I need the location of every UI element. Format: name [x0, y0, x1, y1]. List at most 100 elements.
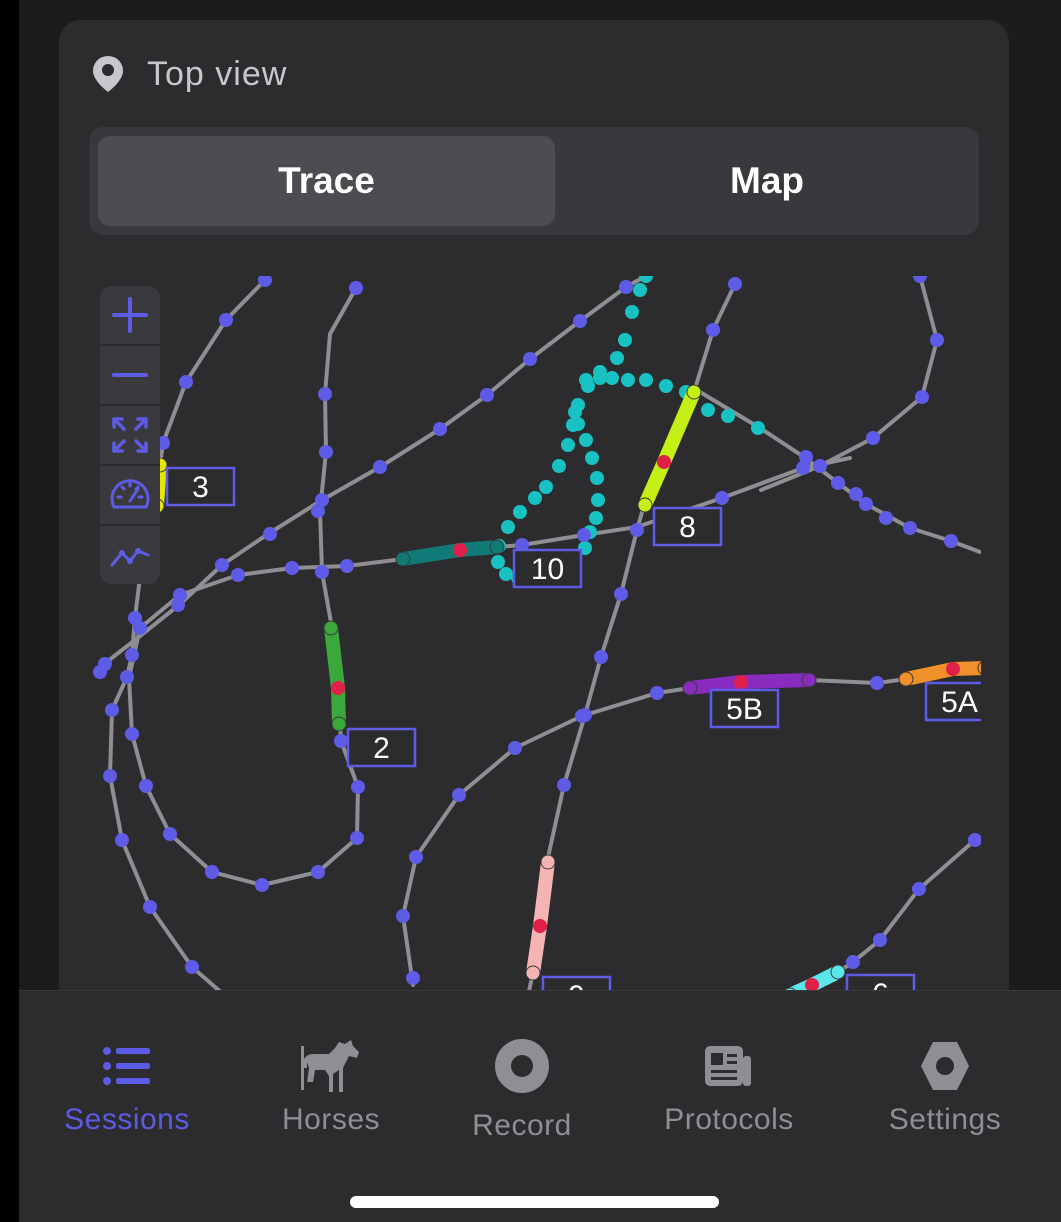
- loop-point: [561, 438, 575, 452]
- app-screen: Top view Trace Map 3 8 10 2 5B 5A 9 6: [19, 0, 1061, 1222]
- track-point: [315, 565, 329, 579]
- track-point: [315, 493, 329, 507]
- loop-point: [659, 379, 673, 393]
- loop-point: [585, 451, 599, 465]
- loop-point: [539, 480, 553, 494]
- loop-point: [625, 305, 639, 319]
- track-point: [849, 487, 863, 501]
- track-point: [143, 900, 157, 914]
- tab-label: Horses: [281, 1103, 381, 1136]
- loop-point: [751, 421, 765, 435]
- zoom-in-icon: [112, 297, 148, 333]
- loop-point: [639, 276, 653, 283]
- segment-label: 8: [679, 511, 696, 544]
- tab-label: Protocols: [664, 1103, 794, 1136]
- tab-label: Settings: [888, 1103, 1002, 1136]
- track-point: [508, 741, 522, 755]
- loop-point: [618, 333, 632, 347]
- segment-label: 5B: [726, 693, 763, 726]
- track-point: [480, 388, 494, 402]
- segment-marker: [657, 455, 671, 469]
- loop-point: [579, 373, 593, 387]
- zoom-out-button[interactable]: [100, 346, 160, 406]
- loop-point: [701, 403, 715, 417]
- track-point: [715, 491, 729, 505]
- card-header: Top view: [91, 52, 287, 96]
- loop-point: [605, 371, 619, 385]
- loop-point: [633, 283, 647, 297]
- loop-point: [591, 493, 605, 507]
- segment-marker: [946, 662, 960, 676]
- segment-trace[interactable]: Trace: [98, 136, 555, 226]
- segment-endpoint: [540, 854, 556, 870]
- track-point: [120, 670, 134, 684]
- loop-point: [610, 351, 624, 365]
- track-point: [879, 511, 893, 525]
- loop-point: [571, 417, 585, 431]
- segment-marker: [533, 919, 547, 933]
- track-point: [103, 769, 117, 783]
- track-point: [139, 779, 153, 793]
- tab-settings[interactable]: Settings: [845, 1031, 1045, 1137]
- segment-10-line: [396, 540, 504, 566]
- track-point: [350, 831, 364, 845]
- tab-horses[interactable]: Horses: [231, 1031, 431, 1137]
- segment-9-line: [526, 855, 555, 980]
- segment-label: 10: [531, 553, 564, 586]
- track-point: [133, 621, 147, 635]
- segment-2-line: [324, 621, 346, 731]
- card-title: Top view: [147, 54, 288, 93]
- track-point: [263, 527, 277, 541]
- top-view-card: Top view Trace Map 3 8 10 2 5B 5A 9 6: [59, 20, 1009, 1020]
- track-point: [577, 528, 591, 542]
- tab-bar: Sessions Horses Record Protocols Setting…: [19, 990, 1061, 1222]
- track-point: [105, 703, 119, 717]
- track-point: [334, 734, 348, 748]
- trace-svg[interactable]: 3 8 10 2 5B 5A 9 6: [90, 276, 981, 990]
- loop-point: [621, 373, 635, 387]
- track-point: [706, 323, 720, 337]
- track-point: [913, 276, 927, 283]
- fit-to-screen-button[interactable]: [100, 406, 160, 466]
- trend-line-icon: [110, 548, 150, 567]
- zoom-in-button[interactable]: [100, 286, 160, 346]
- zoom-out-icon: [112, 373, 148, 377]
- tab-sessions[interactable]: Sessions: [27, 1031, 227, 1137]
- track-point: [873, 933, 887, 947]
- track-point: [125, 648, 139, 662]
- segment-label: 5A: [941, 686, 978, 719]
- segment-endpoint: [898, 671, 914, 687]
- fit-to-screen-icon: [112, 417, 148, 453]
- horse-icon: [301, 1040, 359, 1092]
- loop-point: [639, 373, 653, 387]
- segment-endpoint: [395, 551, 411, 567]
- track-point: [115, 833, 129, 847]
- track-point: [215, 558, 229, 572]
- segment-endpoint: [323, 620, 339, 636]
- track-point: [866, 431, 880, 445]
- trend-button[interactable]: [100, 526, 160, 584]
- tab-label: Record: [472, 1109, 572, 1142]
- track-point: [930, 333, 944, 347]
- segment-marker: [453, 543, 467, 557]
- track-point: [125, 727, 139, 741]
- loop-point: [491, 555, 505, 569]
- tab-protocols[interactable]: Protocols: [629, 1031, 829, 1137]
- track-point: [179, 375, 193, 389]
- loop-point: [579, 433, 593, 447]
- segment-endpoint: [489, 539, 505, 555]
- loop-point: [528, 491, 542, 505]
- segment-endpoint: [637, 497, 653, 513]
- tab-record[interactable]: Record: [422, 1031, 622, 1143]
- trace-canvas[interactable]: 3 8 10 2 5B 5A 9 6: [90, 276, 981, 990]
- location-pin-icon: [93, 56, 123, 92]
- segment-endpoint: [686, 384, 702, 400]
- track-point: [433, 422, 447, 436]
- track-point: [630, 523, 644, 537]
- track-point: [205, 865, 219, 879]
- loop-point: [499, 567, 513, 581]
- track-point: [163, 827, 177, 841]
- speed-button[interactable]: [100, 466, 160, 526]
- segment-map[interactable]: Map: [555, 136, 979, 226]
- track-point: [944, 534, 958, 548]
